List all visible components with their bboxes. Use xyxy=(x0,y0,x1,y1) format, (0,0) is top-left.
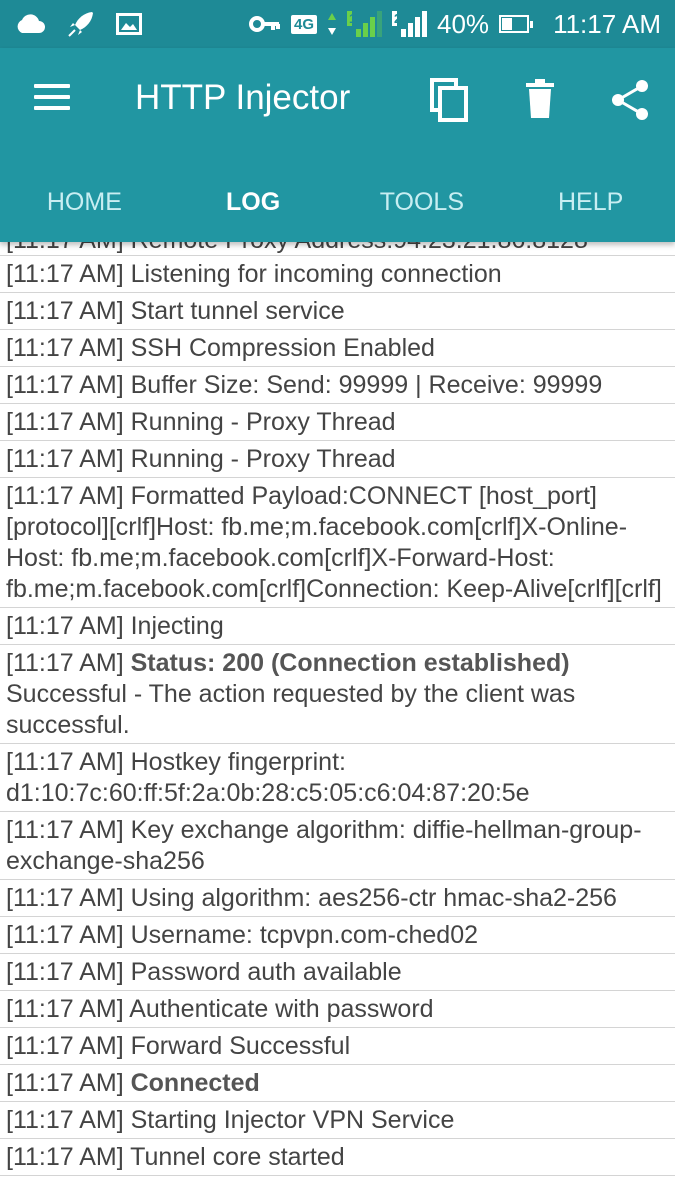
log-message: Successful - The action requested by the… xyxy=(6,680,576,739)
log-time: [11:17 AM] xyxy=(6,408,131,436)
log-time: [11:17 AM] xyxy=(6,334,131,362)
copy-icon[interactable] xyxy=(428,78,472,122)
log-entry: [11:17 AM] Status: 200 (Connection estab… xyxy=(0,645,675,744)
tab-home[interactable]: HOME xyxy=(0,178,169,217)
log-time: [11:17 AM] xyxy=(6,1032,131,1060)
log-time: [11:17 AM] xyxy=(6,1106,131,1134)
log-message: Authenticate with password xyxy=(129,995,434,1023)
log-entry: [11:17 AM] Tunnel core started xyxy=(0,1139,675,1176)
sim1-signal-icon: 1 xyxy=(347,11,383,37)
log-time: [11:17 AM] xyxy=(6,371,131,399)
log-time: [11:17 AM] xyxy=(6,297,131,325)
log-message: Username: tcpvpn.com-ched02 xyxy=(130,921,478,949)
log-entry: [11:17 AM] Hostkey fingerprint: d1:10:7c… xyxy=(0,744,675,812)
log-message: Forward Successful xyxy=(130,1032,351,1060)
log-entry: [11:17 AM] Username: tcpvpn.com-ched02 xyxy=(0,917,675,954)
clock: 11:17 AM xyxy=(553,8,661,39)
log-entry: [11:17 AM] Running - Proxy Thread xyxy=(0,441,675,478)
notification-icons xyxy=(14,9,142,39)
toolbar: HTTP Injector xyxy=(0,48,675,152)
log-message: SSH Compression Enabled xyxy=(130,334,435,362)
system-icons: 4G 1 2 40% 11:17 AM xyxy=(249,9,661,40)
battery-percent: 40% xyxy=(437,8,490,39)
log-entry: [11:17 AM] Listening for incoming connec… xyxy=(0,256,675,293)
log-entry: [11:17 AM] Forward Successful xyxy=(0,1028,675,1065)
log-time: [11:17 AM] xyxy=(6,816,131,844)
cloud-icon xyxy=(14,13,46,35)
rocket-icon xyxy=(66,9,96,39)
key-icon xyxy=(249,15,281,33)
log-time: [11:17 AM] xyxy=(6,884,131,912)
app-bar: HTTP Injector HOME LOG TOOLS HELP xyxy=(0,48,675,242)
log-list[interactable]: [11:17 AM] Remote Proxy Address:94.23.21… xyxy=(0,226,675,1176)
log-entry: [11:17 AM] Using algorithm: aes256-ctr h… xyxy=(0,880,675,917)
log-entry: [11:17 AM] Injecting xyxy=(0,608,675,645)
log-message: Tunnel core started xyxy=(130,1143,345,1171)
network-type-badge: 4G xyxy=(291,14,318,34)
log-time: [11:17 AM] xyxy=(6,995,130,1023)
log-time: [11:17 AM] xyxy=(6,958,131,986)
data-arrows-icon xyxy=(327,12,337,36)
log-entry: [11:17 AM] Start tunnel service xyxy=(0,293,675,330)
log-entry: [11:17 AM] Buffer Size: Send: 99999 | Re… xyxy=(0,367,675,404)
menu-icon[interactable] xyxy=(34,84,70,114)
log-time: [11:17 AM] xyxy=(6,612,131,640)
log-message: Running - Proxy Thread xyxy=(130,408,396,436)
log-entry: [11:17 AM] Key exchange algorithm: diffi… xyxy=(0,812,675,880)
share-icon[interactable] xyxy=(608,78,652,122)
tab-help[interactable]: HELP xyxy=(506,178,675,217)
tab-log[interactable]: LOG xyxy=(169,178,338,217)
log-message: Buffer Size: Send: 99999 | Receive: 9999… xyxy=(130,371,603,399)
sim2-signal-icon: 2 xyxy=(392,11,428,37)
log-entry: [11:17 AM] Password auth available xyxy=(0,954,675,991)
log-time: [11:17 AM] xyxy=(6,482,131,510)
image-icon xyxy=(116,13,142,35)
log-time: [11:17 AM] xyxy=(6,260,131,288)
log-time: [11:17 AM] xyxy=(6,649,131,677)
log-message: Injecting xyxy=(130,612,224,640)
log-entry: [11:17 AM] Formatted Payload:CONNECT [ho… xyxy=(0,478,675,608)
log-entry: [11:17 AM] SSH Compression Enabled xyxy=(0,330,675,367)
log-time: [11:17 AM] xyxy=(6,748,131,776)
log-message: Listening for incoming connection xyxy=(130,260,502,288)
tab-tools[interactable]: TOOLS xyxy=(338,178,507,217)
log-message: Password auth available xyxy=(130,958,402,986)
log-time: [11:17 AM] xyxy=(6,1143,131,1171)
log-message: Starting Injector VPN Service xyxy=(130,1106,455,1134)
log-bold-text: Status: 200 (Connection established) xyxy=(130,649,570,677)
tab-bar: HOME LOG TOOLS HELP xyxy=(0,152,675,242)
log-bold-text: Connected xyxy=(130,1069,260,1097)
log-time: [11:17 AM] xyxy=(6,1069,131,1097)
log-time: [11:17 AM] xyxy=(6,445,131,473)
log-message: Start tunnel service xyxy=(130,297,345,325)
log-entry: [11:17 AM] Starting Injector VPN Service xyxy=(0,1102,675,1139)
status-bar: 4G 1 2 40% 11:17 AM xyxy=(0,0,675,48)
log-time: [11:17 AM] xyxy=(6,921,131,949)
battery-icon xyxy=(499,15,534,33)
log-entry: [11:17 AM] Connected xyxy=(0,1065,675,1102)
app-title: HTTP Injector xyxy=(135,78,351,117)
delete-icon[interactable] xyxy=(520,78,564,122)
log-entry: [11:17 AM] Authenticate with password xyxy=(0,991,675,1028)
log-message: Using algorithm: aes256-ctr hmac-sha2-25… xyxy=(130,884,617,912)
log-message: Running - Proxy Thread xyxy=(130,445,396,473)
log-entry: [11:17 AM] Running - Proxy Thread xyxy=(0,404,675,441)
